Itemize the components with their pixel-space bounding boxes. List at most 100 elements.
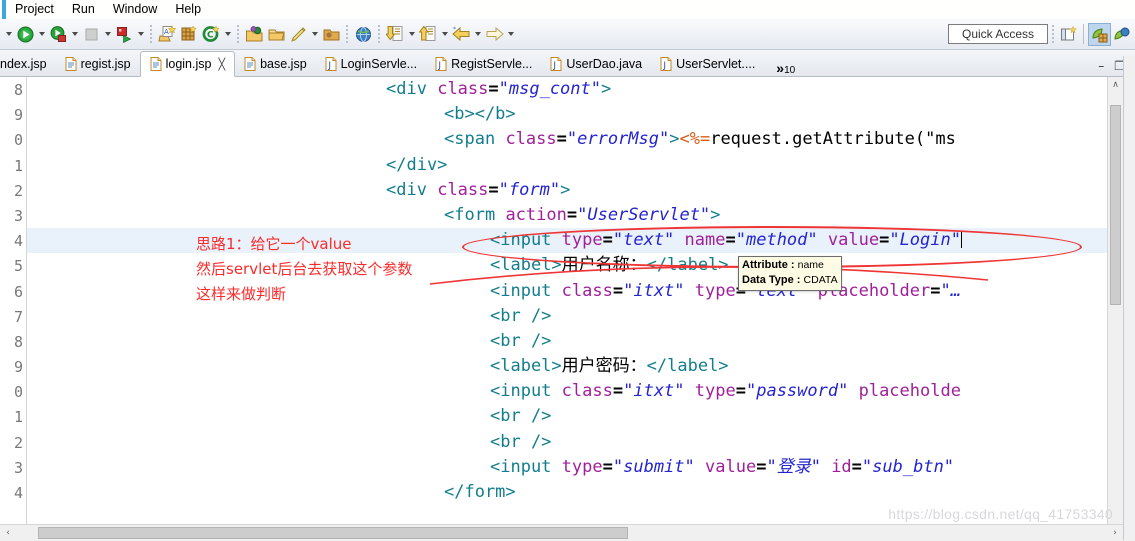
tooltip-attribute-value: name <box>797 259 824 271</box>
code-canvas[interactable]: <div class="msg_cont"> <b></b> <span class… <box>27 77 1107 540</box>
open-type-icon[interactable] <box>243 23 265 45</box>
code-line[interactable]: <input type="text" name="method" value="… <box>27 228 1107 254</box>
scroll-left-icon[interactable]: ‹ <box>0 525 16 541</box>
code-line[interactable]: </form> <box>27 480 1107 505</box>
menu-help[interactable]: Help <box>166 1 210 17</box>
code-line[interactable]: <br /> <box>27 304 1107 329</box>
code-line[interactable]: <input type="submit" value="登录" id="sub_… <box>27 455 1107 480</box>
line-number: 2 <box>0 179 26 204</box>
text-caret <box>960 231 962 249</box>
line-number: 3 <box>13 458 23 477</box>
toolbar-separator-3 <box>346 25 348 43</box>
vertical-scroll-thumb[interactable] <box>1110 105 1121 305</box>
svg-text:A: A <box>164 28 169 36</box>
run-external-dropdown-arrow[interactable] <box>135 23 146 45</box>
tab-regist-servlet[interactable]: J RegistServle... <box>426 51 541 76</box>
new-class-icon[interactable]: C <box>200 23 222 45</box>
code-tokens: <b></b> <box>444 104 516 125</box>
code-line[interactable]: <br /> <box>27 329 1107 354</box>
scroll-right-icon[interactable]: › <box>1107 525 1123 541</box>
new-package-icon[interactable] <box>178 23 200 45</box>
open-folder-icon[interactable] <box>320 23 342 45</box>
java-perspective-icon[interactable] <box>1111 24 1132 45</box>
svg-text:J: J <box>553 61 557 71</box>
line-number: 2 <box>13 433 23 452</box>
scroll-up-icon[interactable]: ∧ <box>1108 77 1123 93</box>
web-browser-icon[interactable] <box>352 23 374 45</box>
code-tokens: <input class="itxt" type="password" plac… <box>490 381 961 402</box>
code-line[interactable]: <div class="form"> <box>27 178 1107 203</box>
tab-overflow-indicator[interactable]: » 10 <box>764 60 807 76</box>
horizontal-scroll-thumb[interactable] <box>38 526 628 539</box>
editor-horizontal-scrollbar[interactable]: ‹ › <box>0 524 1123 540</box>
back-icon[interactable]: * <box>450 23 472 45</box>
tooltip-attribute-label: Attribute : <box>742 259 795 271</box>
tab-base-jsp[interactable]: base.jsp <box>235 51 316 76</box>
java-ee-perspective-icon[interactable] <box>1088 22 1111 46</box>
menu-project[interactable]: Project <box>6 1 63 17</box>
debug-icon[interactable] <box>47 23 69 45</box>
tab-regist-jsp[interactable]: regist.jsp <box>56 51 140 76</box>
code-line[interactable]: </div> <box>27 153 1107 178</box>
toolbar-separator-2 <box>237 25 239 43</box>
line-number: 7 <box>13 307 23 326</box>
code-line[interactable]: <br /> <box>27 430 1107 455</box>
horizontal-scroll-track[interactable] <box>16 525 1107 541</box>
close-icon[interactable]: ╳ <box>218 58 225 71</box>
back-dropdown-arrow[interactable] <box>472 23 483 45</box>
code-tokens: <form action="UserServlet"> <box>444 204 721 225</box>
tab-user-dao[interactable]: J UserDao.java <box>541 51 651 76</box>
export-icon[interactable] <box>384 23 406 45</box>
editor-vertical-scrollbar[interactable]: ∧ ∨ <box>1107 77 1123 540</box>
jsp-file-icon <box>150 57 162 71</box>
menu-window[interactable]: Window <box>104 1 166 17</box>
tooltip-datatype-row: Data Type : CDATA <box>742 273 838 288</box>
code-line[interactable]: <label>用户密码：</label> <box>27 354 1107 379</box>
edit-pencil-icon[interactable] <box>287 23 309 45</box>
export-dropdown-arrow[interactable] <box>406 23 417 45</box>
forward-icon[interactable] <box>483 23 505 45</box>
tab-login-servlet[interactable]: J LoginServle... <box>316 51 426 76</box>
import-dropdown-arrow[interactable] <box>439 23 450 45</box>
forward-dropdown-arrow[interactable] <box>505 23 516 45</box>
toolbar-separator-4 <box>378 25 380 43</box>
tab-index-jsp[interactable]: ndex.jsp <box>0 51 56 76</box>
code-line[interactable]: <span class="errorMsg"><%=request.getAtt… <box>27 127 1107 152</box>
code-line[interactable]: <b></b> <box>27 102 1107 127</box>
code-line[interactable]: <input class="itxt" type="password" plac… <box>27 379 1107 404</box>
terminate-icon[interactable] <box>80 23 102 45</box>
import-icon[interactable] <box>417 23 439 45</box>
code-line[interactable]: <div class="msg_cont"> <box>27 77 1107 102</box>
open-task-icon[interactable] <box>265 23 287 45</box>
vertical-scroll-track[interactable] <box>1108 93 1123 524</box>
code-line[interactable]: <input class="itxt" type="text" placehol… <box>27 279 1107 304</box>
code-line[interactable]: <label>用户名称：</label> <box>27 253 1107 278</box>
tab-user-servlet[interactable]: J UserServlet.... <box>651 51 764 76</box>
tab-login-jsp[interactable]: login.jsp ╳ <box>139 51 236 77</box>
line-number: 1 <box>13 408 23 427</box>
line-number: 8 <box>13 332 23 351</box>
tab-label: base.jsp <box>260 56 307 71</box>
terminate-dropdown-arrow[interactable] <box>102 23 113 45</box>
new-perspective-icon[interactable] <box>1058 24 1079 45</box>
code-tokens: </div> <box>386 154 448 175</box>
toolbar-dropdown-arrow-0[interactable] <box>3 23 14 45</box>
new-wizard-icon[interactable]: A <box>156 23 178 45</box>
run-dropdown-arrow[interactable] <box>36 23 47 45</box>
tooltip-datatype-label: Data Type : <box>742 274 801 286</box>
edit-dropdown-arrow[interactable] <box>309 23 320 45</box>
code-line[interactable]: <br /> <box>27 404 1107 429</box>
quick-access-input[interactable]: Quick Access <box>948 24 1048 44</box>
code-tokens: <br /> <box>490 406 552 427</box>
code-line[interactable]: <form action="UserServlet"> <box>27 203 1107 228</box>
line-number: 4 <box>13 484 23 502</box>
new-class-dropdown-arrow[interactable] <box>222 23 233 45</box>
menu-run[interactable]: Run <box>63 1 104 17</box>
run-icon[interactable] <box>14 23 36 45</box>
toolbar-separator-5 <box>1052 25 1054 43</box>
run-external-tools-icon[interactable] <box>113 23 135 45</box>
code-tokens: <input type="submit" value="登录" id="sub_… <box>490 456 955 477</box>
right-edge-panel <box>1123 56 1135 540</box>
debug-dropdown-arrow[interactable] <box>69 23 80 45</box>
minimize-icon[interactable]: – <box>1098 59 1104 73</box>
